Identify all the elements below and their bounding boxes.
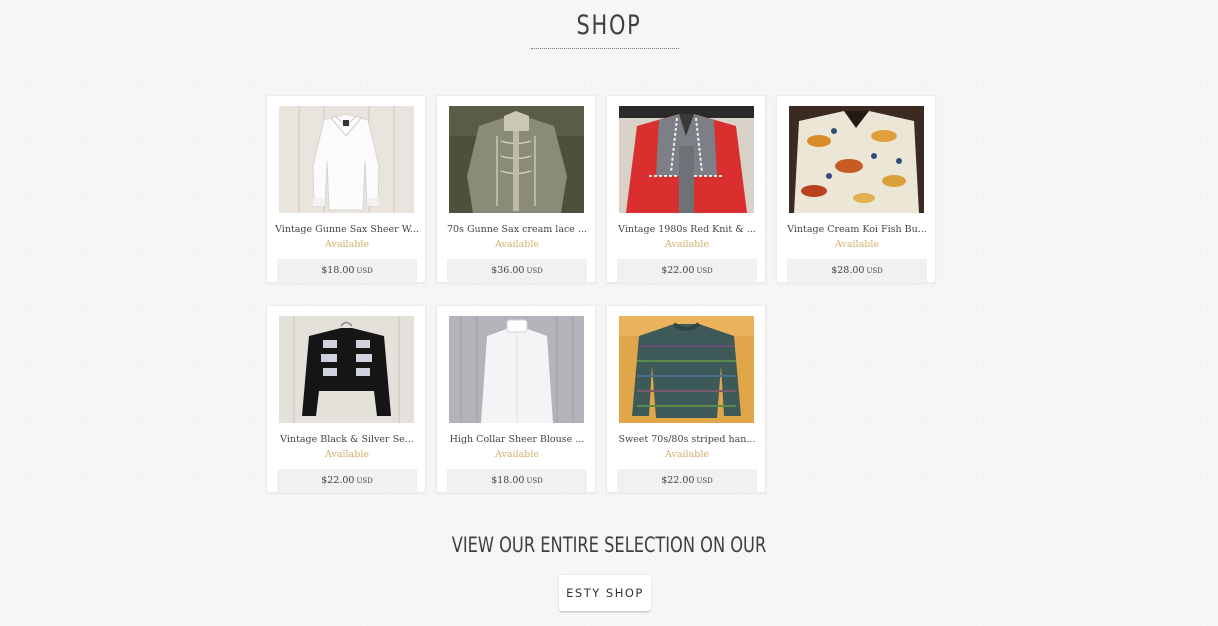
product-image[interactable]	[789, 106, 924, 213]
product-card[interactable]: Vintage Black & Silver Se... Available $…	[266, 305, 426, 493]
product-title[interactable]: Vintage Gunne Sax Sheer W...	[273, 224, 421, 235]
price-amount: $36.00	[491, 265, 525, 276]
product-card[interactable]: Vintage Gunne Sax Sheer W... Available $…	[266, 95, 426, 283]
product-card[interactable]: Vintage Cream Koi Fish Bu... Available $…	[776, 95, 936, 283]
availability-label: Available	[495, 239, 539, 250]
price-tag[interactable]: $22.00 USD	[277, 469, 417, 493]
price-currency: USD	[526, 477, 543, 485]
product-card[interactable]: Vintage 1980s Red Knit & ... Available $…	[606, 95, 766, 283]
product-image[interactable]	[279, 316, 414, 423]
availability-label: Available	[325, 239, 369, 250]
shop-title: SHOP	[576, 10, 642, 41]
product-card[interactable]: 70s Gunne Sax cream lace ... Available $…	[436, 95, 596, 283]
price-tag[interactable]: $36.00 USD	[447, 259, 587, 283]
product-title[interactable]: Vintage Black & Silver Se...	[273, 434, 421, 445]
price-tag[interactable]: $18.00 USD	[277, 259, 417, 283]
product-title[interactable]: 70s Gunne Sax cream lace ...	[443, 224, 591, 235]
price-currency: USD	[356, 267, 373, 275]
price-tag[interactable]: $22.00 USD	[617, 259, 757, 283]
product-image[interactable]	[279, 106, 414, 213]
price-amount: $18.00	[321, 265, 355, 276]
availability-label: Available	[495, 449, 539, 460]
price-tag[interactable]: $22.00 USD	[617, 469, 757, 493]
price-currency: USD	[866, 267, 883, 275]
product-image[interactable]	[449, 316, 584, 423]
product-image[interactable]	[619, 106, 754, 213]
product-card[interactable]: Sweet 70s/80s striped han... Available $…	[606, 305, 766, 493]
availability-label: Available	[325, 449, 369, 460]
product-card[interactable]: High Collar Sheer Blouse ... Available $…	[436, 305, 596, 493]
cta-heading: VIEW OUR ENTIRE SELECTION ON OUR	[451, 533, 767, 557]
price-amount: $18.00	[491, 475, 525, 486]
price-currency: USD	[696, 477, 713, 485]
availability-label: Available	[665, 239, 709, 250]
price-amount: $22.00	[661, 475, 695, 486]
product-title[interactable]: Vintage Cream Koi Fish Bu...	[783, 224, 931, 235]
price-currency: USD	[696, 267, 713, 275]
price-currency: USD	[356, 477, 373, 485]
price-amount: $28.00	[831, 265, 865, 276]
product-title[interactable]: Sweet 70s/80s striped han...	[613, 434, 761, 445]
product-image[interactable]	[449, 106, 584, 213]
price-currency: USD	[526, 267, 543, 275]
etsy-shop-button[interactable]: ESTY SHOP	[559, 575, 651, 611]
price-amount: $22.00	[661, 265, 695, 276]
product-title[interactable]: High Collar Sheer Blouse ...	[443, 434, 591, 445]
price-tag[interactable]: $18.00 USD	[447, 469, 587, 493]
title-divider	[531, 48, 679, 49]
product-title[interactable]: Vintage 1980s Red Knit & ...	[613, 224, 761, 235]
availability-label: Available	[665, 449, 709, 460]
availability-label: Available	[835, 239, 879, 250]
product-image[interactable]	[619, 316, 754, 423]
price-tag[interactable]: $28.00 USD	[787, 259, 927, 283]
price-amount: $22.00	[321, 475, 355, 486]
